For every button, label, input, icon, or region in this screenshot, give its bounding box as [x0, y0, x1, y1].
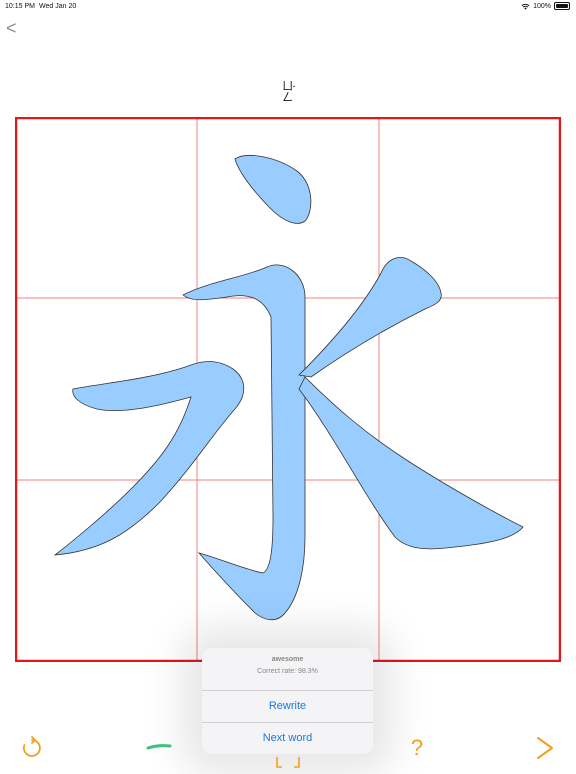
horizontal-stroke-icon [146, 744, 172, 750]
status-right: 100% [521, 2, 570, 10]
refresh-icon [23, 736, 41, 757]
stroke-left-sweep [53, 361, 245, 556]
phonetic-label: ㄩㄥˇ [271, 80, 305, 108]
battery-icon [554, 2, 570, 10]
correct-rate: Correct rate: 98.3% [257, 668, 318, 675]
wifi-icon [521, 3, 530, 10]
stroke-right-up [298, 257, 442, 378]
refresh-button[interactable] [20, 736, 44, 760]
status-date: Wed Jan 20 [39, 3, 77, 10]
status-time: 10:15 PM [5, 3, 35, 10]
frame-button[interactable] [276, 756, 300, 768]
result-popup: awesome Correct rate: 98.3% Rewrite Next… [202, 648, 373, 754]
chevron-right-icon [537, 737, 553, 759]
next-word-button[interactable]: Next word [202, 723, 373, 754]
phonetic-symbols: ㄩㄥ [280, 80, 293, 102]
stroke-right-down [298, 376, 524, 550]
status-bar: 10:15 PM Wed Jan 20 100% [0, 0, 576, 14]
stroke-indicator[interactable] [146, 740, 172, 754]
help-button[interactable]: ? [406, 734, 428, 762]
next-button[interactable] [532, 734, 558, 762]
writing-grid[interactable] [15, 117, 561, 662]
phonetic-tone: ˇ [292, 85, 296, 94]
character-canvas[interactable] [15, 117, 561, 662]
rewrite-button[interactable]: Rewrite [202, 691, 373, 722]
frame-icon [276, 757, 300, 768]
result-title: awesome [271, 656, 304, 663]
stroke-dot [234, 155, 312, 224]
battery-percent: 100% [533, 2, 551, 10]
back-button[interactable]: < [6, 18, 17, 38]
